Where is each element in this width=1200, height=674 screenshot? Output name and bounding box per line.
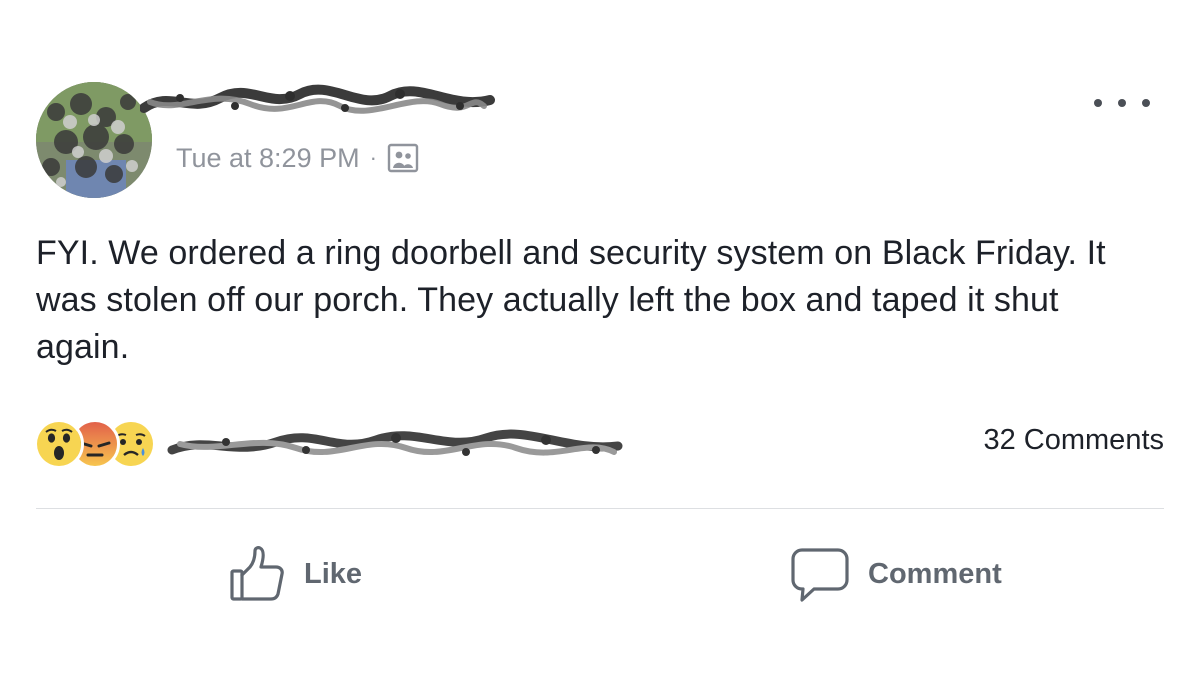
post-meta: Tue at 8:29 PM ·: [176, 138, 419, 178]
speech-bubble-icon: [790, 544, 850, 604]
like-button[interactable]: Like: [228, 538, 362, 610]
action-divider: [36, 508, 1164, 509]
post-timestamp[interactable]: Tue at 8:29 PM: [176, 143, 360, 174]
wow-reaction-icon: [34, 419, 84, 469]
more-options-button[interactable]: [1094, 88, 1150, 118]
post-message: FYI. We ordered a ring doorbell and secu…: [36, 234, 1106, 366]
author-name-redacted[interactable]: [140, 80, 500, 122]
more-dot: [1142, 99, 1150, 107]
comment-label: Comment: [868, 557, 1002, 590]
reactor-names-redacted[interactable]: [166, 422, 626, 466]
meta-separator: ·: [369, 145, 377, 170]
more-horizontal-icon: [1094, 99, 1102, 107]
comments-count-link[interactable]: 32 Comments: [983, 424, 1164, 457]
like-label: Like: [304, 557, 363, 590]
more-dot: [1118, 99, 1126, 107]
thumbs-up-icon: [228, 545, 286, 603]
comment-button[interactable]: Comment: [790, 538, 1002, 610]
feed-post: Tue at 8:29 PM · FYI. We ordered a ring …: [0, 0, 1200, 674]
photo-audience-icon[interactable]: [387, 142, 419, 174]
author-avatar[interactable]: [36, 82, 152, 198]
reactions-summary[interactable]: [34, 416, 626, 472]
